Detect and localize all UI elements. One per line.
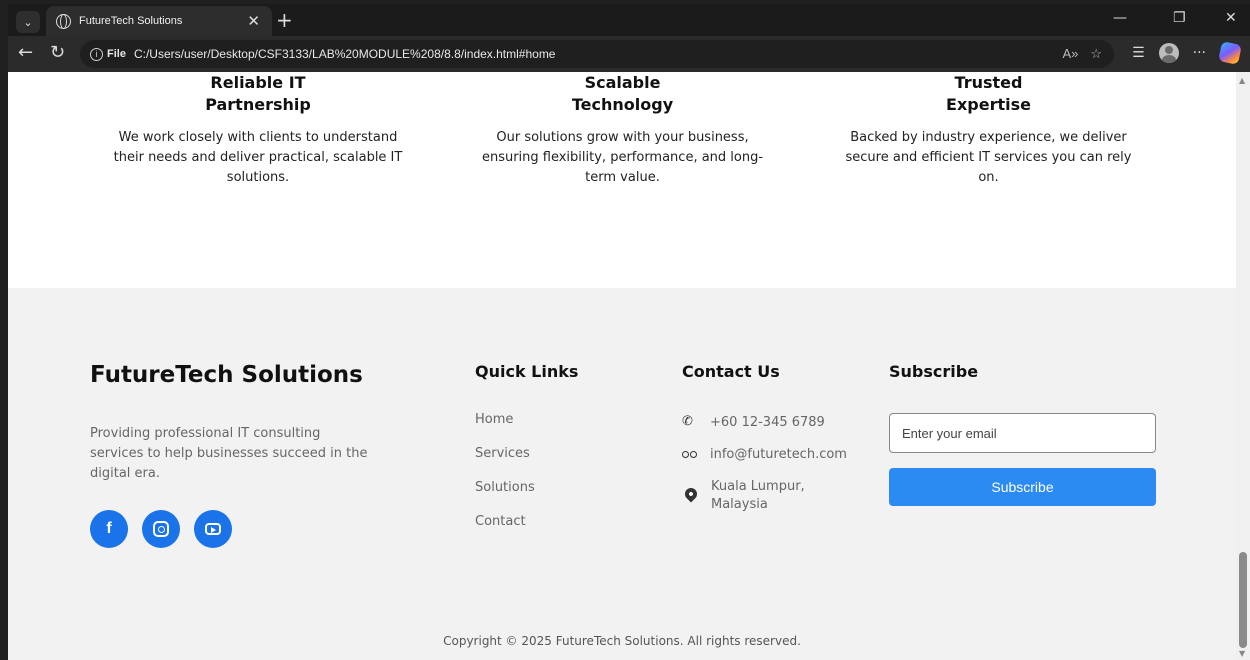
footer-link-solutions[interactable]: Solutions <box>475 480 535 514</box>
contact-email: info@futuretech.com <box>710 447 847 462</box>
quick-links: Home Services Solutions Contact <box>475 412 535 548</box>
contact-phone: +60 12-345 6789 <box>710 415 825 430</box>
page-viewport: Reliable IT Partnership We work closely … <box>8 72 1236 660</box>
globe-icon <box>56 13 71 29</box>
footer-link-home[interactable]: Home <box>475 412 535 446</box>
quick-links-title: Quick Links <box>475 362 579 381</box>
address-bar[interactable]: i File C:/Users/user/Desktop/CSF3133/LAB… <box>80 40 1114 68</box>
copyright-text: Copyright © 2025 FutureTech Solutions. A… <box>443 634 801 648</box>
more-icon[interactable]: ··· <box>1193 45 1206 61</box>
feature-card: Scalable Technology Our solutions grow w… <box>470 72 775 188</box>
youtube-icon[interactable] <box>194 510 232 548</box>
feature-card: Trusted Expertise Backed by industry exp… <box>836 72 1141 188</box>
favorite-icon[interactable]: ☆ <box>1090 46 1102 62</box>
footer-description: Providing professional IT consulting ser… <box>90 426 368 481</box>
refresh-icon[interactable]: ↻ <box>50 42 65 63</box>
read-aloud-icon[interactable]: A» <box>1062 46 1078 62</box>
site-footer: FutureTech Solutions Providing professio… <box>8 288 1236 660</box>
location-pin-icon <box>682 485 700 503</box>
phone-icon: ✆ <box>682 414 693 429</box>
subscribe-title: Subscribe <box>889 362 979 381</box>
email-field[interactable] <box>889 413 1156 453</box>
favorites-list-icon[interactable]: ☰ <box>1132 45 1145 61</box>
feature-text: We work closely with clients to understa… <box>113 130 403 185</box>
page-scrollbar[interactable]: ▲ ▼ <box>1236 72 1250 660</box>
window-close-icon[interactable]: ✕ <box>1225 10 1237 26</box>
feature-title: Scalable Technology <box>571 73 674 114</box>
contact-info: ✆ +60 12-345 6789 info@futuretech.com Ku… <box>682 414 847 528</box>
scroll-up-icon[interactable]: ▲ <box>1239 76 1245 85</box>
browser-tab[interactable]: FutureTech Solutions ✕ <box>46 6 272 36</box>
footer-brand: FutureTech Solutions <box>90 362 363 388</box>
instagram-icon[interactable] <box>142 510 180 548</box>
url-text[interactable]: C:/Users/user/Desktop/CSF3133/LAB%20MODU… <box>134 47 556 61</box>
footer-link-contact[interactable]: Contact <box>475 514 535 548</box>
minimize-icon[interactable]: — <box>1113 10 1127 26</box>
social-links: f <box>90 510 232 548</box>
feature-title: Trusted Expertise <box>946 73 1031 114</box>
scrollbar-thumb[interactable] <box>1239 552 1247 648</box>
feature-card: Reliable IT Partnership We work closely … <box>108 72 408 188</box>
voicemail-icon <box>682 451 700 459</box>
address-prefix: File <box>107 48 126 60</box>
site-info-icon[interactable]: i <box>90 47 103 61</box>
copilot-icon[interactable] <box>1218 41 1242 65</box>
browser-title-bar: ⌄ FutureTech Solutions ✕ + — ❐ ✕ <box>8 4 1250 36</box>
scroll-down-icon[interactable]: ▼ <box>1239 649 1245 658</box>
feature-title: Reliable IT Partnership <box>205 73 311 114</box>
new-tab-button[interactable]: + <box>276 8 293 32</box>
browser-toolbar: ← ↻ i File C:/Users/user/Desktop/CSF3133… <box>8 36 1250 72</box>
tab-title: FutureTech Solutions <box>79 15 183 27</box>
profile-icon[interactable] <box>1158 43 1179 63</box>
contact-location: Kuala Lumpur, Malaysia <box>711 479 805 512</box>
back-icon[interactable]: ← <box>18 42 33 63</box>
subscribe-button[interactable]: Subscribe <box>889 468 1156 506</box>
facebook-icon[interactable]: f <box>90 510 128 548</box>
footer-link-services[interactable]: Services <box>475 446 535 480</box>
restore-icon[interactable]: ❐ <box>1173 10 1186 26</box>
tab-actions-icon[interactable]: ⌄ <box>16 11 40 33</box>
feature-text: Backed by industry experience, we delive… <box>845 130 1132 185</box>
tab-close-icon[interactable]: ✕ <box>247 12 260 30</box>
feature-text: Our solutions grow with your business, e… <box>481 130 764 185</box>
contact-title: Contact Us <box>682 362 780 381</box>
